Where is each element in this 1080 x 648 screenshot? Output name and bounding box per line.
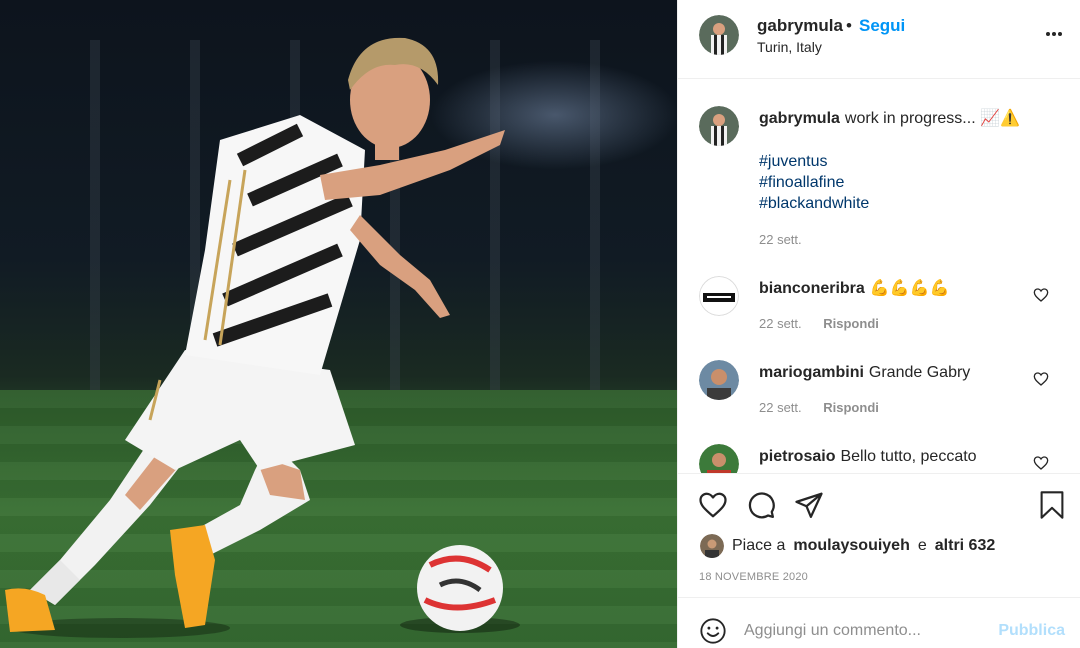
- post-header: gabrymula • Segui Turin, Italy: [678, 0, 1080, 79]
- follow-button[interactable]: Segui: [859, 16, 905, 36]
- post-location[interactable]: Turin, Italy: [757, 39, 822, 55]
- like-heart-icon[interactable]: [698, 490, 728, 525]
- caption-meta: 22 sett.: [759, 232, 820, 247]
- post-actions: Piace a moulaysouiyeh e altri 632 18 NOV…: [678, 473, 1080, 597]
- post-photo[interactable]: [0, 0, 677, 648]
- comment-bubble-icon[interactable]: [746, 490, 776, 525]
- reply-button[interactable]: Rispondi: [823, 316, 879, 331]
- likes-summary: Piace a moulaysouiyeh e altri 632: [700, 534, 995, 558]
- comment-username[interactable]: mariogambini: [759, 364, 864, 381]
- liker-avatar[interactable]: [700, 534, 724, 558]
- hashtags: #juventus #finoallafine #blackandwhite: [759, 151, 869, 214]
- comment-username[interactable]: bianconeribra: [759, 280, 865, 297]
- comment-body: Bello tutto, peccato: [840, 448, 977, 465]
- comment-meta: 22 sett. Rispondi: [759, 316, 897, 331]
- emoji-smiley-icon[interactable]: [699, 617, 727, 645]
- commenter-avatar[interactable]: [699, 444, 739, 473]
- separator-dot: •: [846, 16, 852, 35]
- comment-body: Grande Gabry: [868, 364, 971, 381]
- comments-list[interactable]: gabrymula work in progress... 📈⚠️ #juvent…: [678, 80, 1080, 473]
- comment-input[interactable]: [744, 618, 994, 644]
- comment-like-heart-icon[interactable]: [1033, 371, 1049, 387]
- hashtag-link[interactable]: #juventus: [759, 151, 869, 172]
- save-bookmark-icon[interactable]: [1038, 490, 1066, 525]
- commenter-avatar[interactable]: [699, 276, 739, 316]
- hashtag-link[interactable]: #blackandwhite: [759, 193, 869, 214]
- likes-others-link[interactable]: altri 632: [935, 537, 995, 555]
- caption-time[interactable]: 22 sett.: [759, 232, 802, 247]
- reply-button[interactable]: Rispondi: [823, 400, 879, 415]
- comment-time[interactable]: 22 sett.: [759, 400, 802, 415]
- post-date[interactable]: 18 NOVEMBRE 2020: [699, 571, 808, 583]
- caption-body: work in progress... 📈⚠️: [844, 110, 1020, 127]
- hashtag-link[interactable]: #finoallafine: [759, 172, 869, 193]
- comment-meta: 22 sett. Rispondi: [759, 400, 897, 415]
- caption-avatar[interactable]: [699, 106, 739, 146]
- ellipsis-icon[interactable]: [1042, 22, 1066, 46]
- share-paper-plane-icon[interactable]: [794, 490, 824, 525]
- publish-comment-button[interactable]: Pubblica: [998, 622, 1065, 640]
- comment-body: 💪💪💪💪: [869, 280, 950, 297]
- comment-like-heart-icon[interactable]: [1033, 455, 1049, 471]
- comment-text: bianconeribra 💪💪💪💪: [759, 278, 1039, 299]
- comment-text: mariogambini Grande Gabry: [759, 362, 1039, 383]
- comment-like-heart-icon[interactable]: [1033, 287, 1049, 303]
- comment-text: pietrosaio Bello tutto, peccato: [759, 446, 1039, 467]
- comment-username[interactable]: pietrosaio: [759, 448, 835, 465]
- add-comment-form: Pubblica: [678, 597, 1080, 648]
- post-details-panel: gabrymula • Segui Turin, Italy gabrymula…: [677, 0, 1080, 648]
- commenter-avatar[interactable]: [699, 360, 739, 400]
- caption-username[interactable]: gabrymula: [759, 110, 840, 127]
- likes-connector: e: [917, 537, 927, 554]
- liker-username[interactable]: moulaysouiyeh: [793, 537, 909, 555]
- football-player-illustration: [5, 37, 520, 638]
- comment-time[interactable]: 22 sett.: [759, 316, 802, 331]
- likes-prefix: Piace a: [732, 537, 786, 554]
- caption-text: gabrymula work in progress... 📈⚠️: [759, 108, 1039, 129]
- author-avatar[interactable]: [699, 15, 739, 55]
- author-username[interactable]: gabrymula: [757, 16, 843, 36]
